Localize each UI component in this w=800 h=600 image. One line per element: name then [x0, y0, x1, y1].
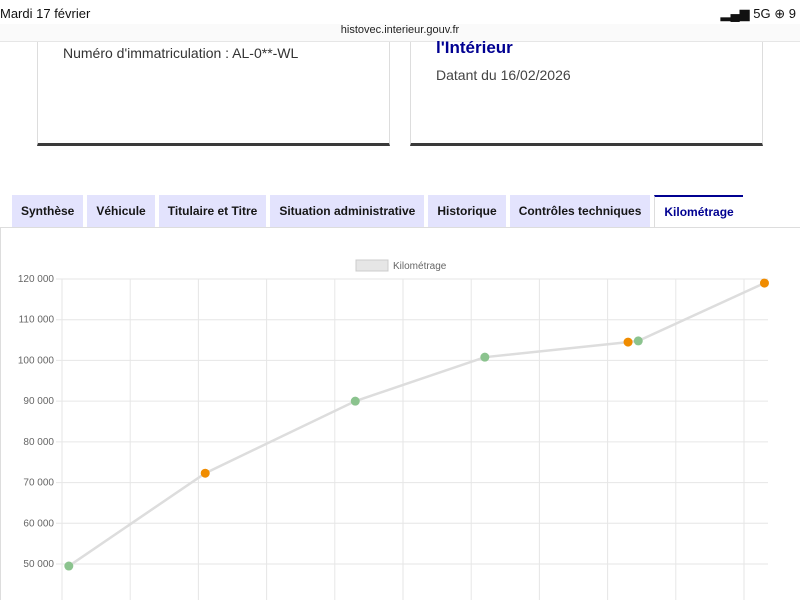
mileage-chart: 50 000 60 000 70 000 80 000 90 000 100 000 110…	[18, 259, 769, 600]
y-tick-label: 110 000	[19, 315, 55, 326]
data-point	[623, 337, 633, 347]
y-tick-label: 60 000	[23, 518, 54, 529]
y-tick-label: 90 000	[23, 396, 54, 407]
y-tick-label: 80 000	[23, 437, 54, 448]
data-point	[350, 396, 360, 406]
data-point	[64, 561, 74, 571]
legend-label: Kilométrage	[393, 261, 447, 272]
y-tick-label: 120 000	[18, 274, 55, 285]
y-tick-label: 70 000	[23, 478, 54, 489]
data-point	[480, 352, 490, 362]
y-tick-label: 50 000	[23, 559, 54, 570]
data-point	[633, 336, 643, 346]
data-point	[200, 468, 210, 478]
data-point	[759, 278, 769, 288]
y-tick-label: 100 000	[18, 355, 55, 366]
legend-swatch	[355, 259, 389, 272]
